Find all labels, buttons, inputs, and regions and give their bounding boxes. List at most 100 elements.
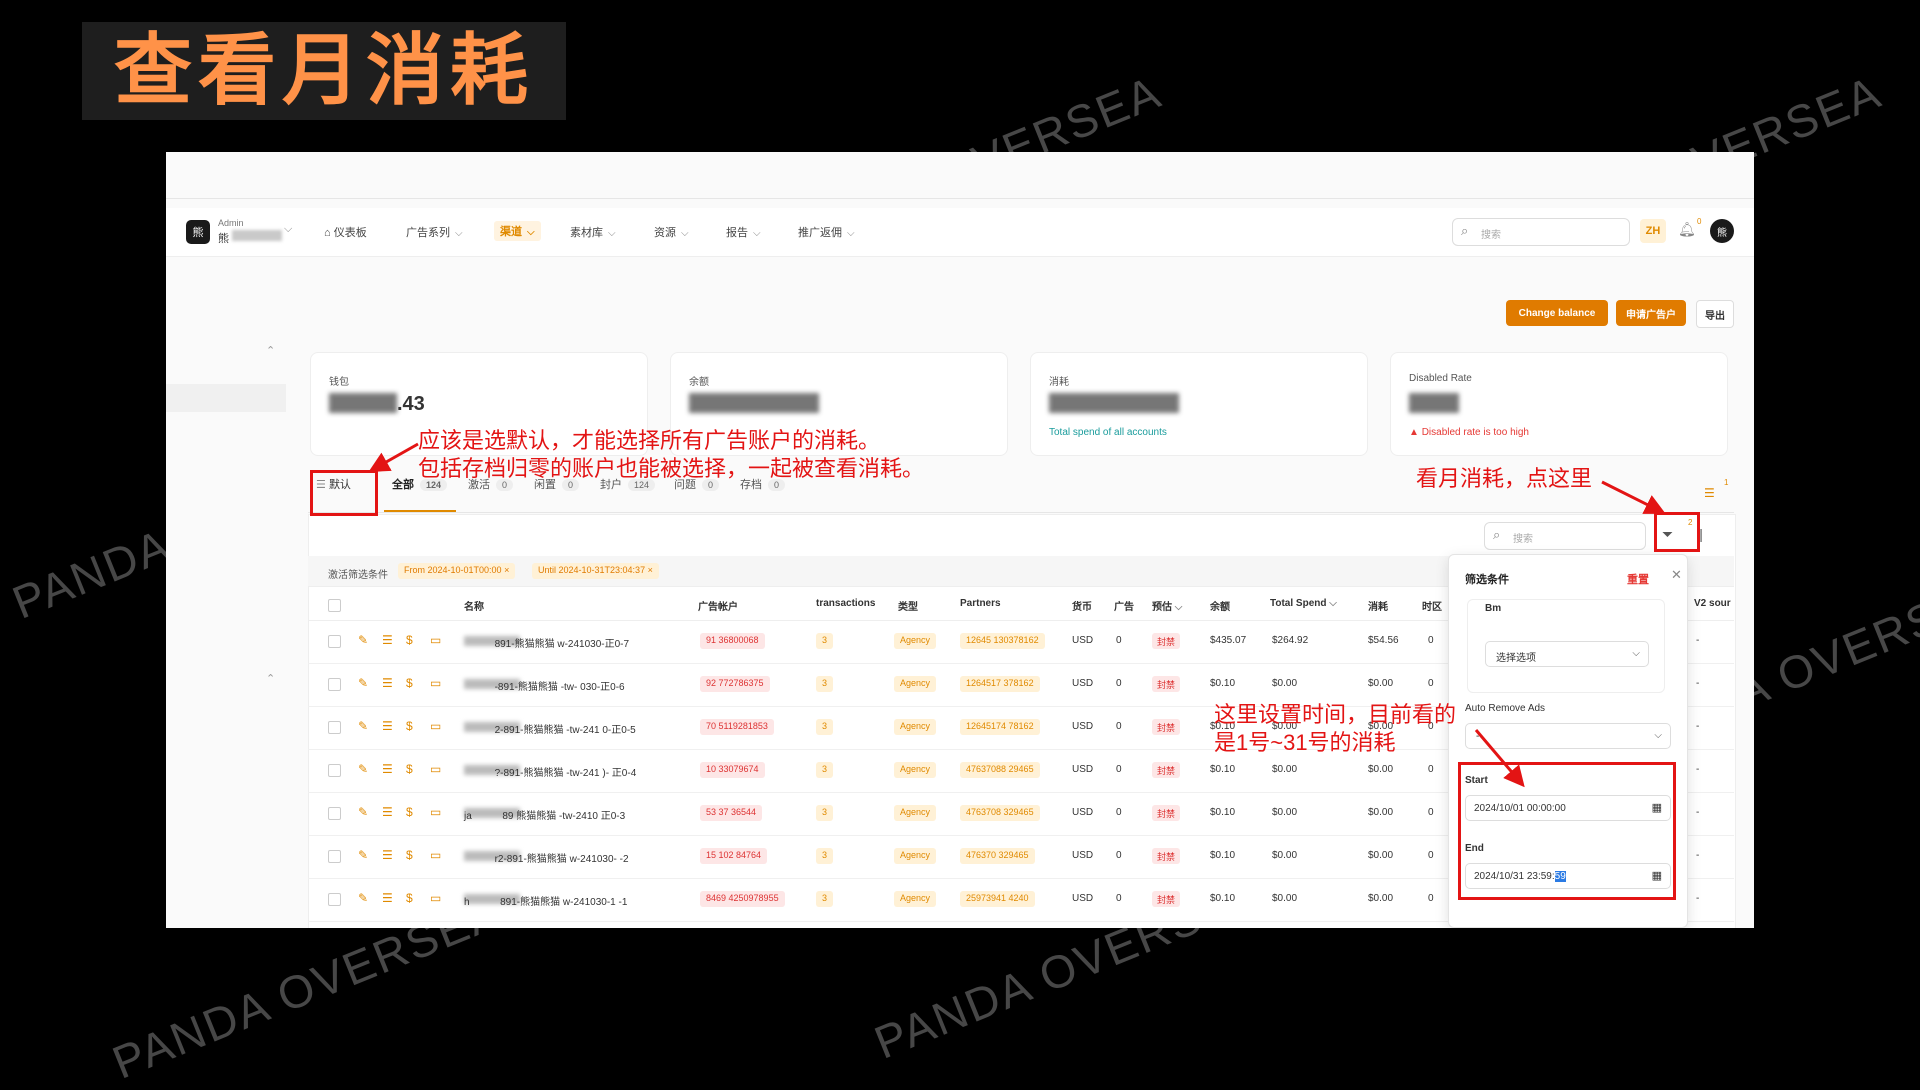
row-checkbox[interactable] bbox=[328, 721, 341, 734]
column-header[interactable]: 名称 bbox=[464, 598, 484, 613]
row-checkbox[interactable] bbox=[328, 807, 341, 820]
logo[interactable]: 熊 bbox=[186, 220, 210, 244]
ad-account-id[interactable]: 15 102 84764 bbox=[700, 848, 768, 864]
row-checkbox[interactable] bbox=[328, 893, 341, 906]
row-checkbox[interactable] bbox=[328, 635, 341, 648]
dollar-icon[interactable]: $ bbox=[406, 633, 413, 647]
status-badge: 封禁 bbox=[1152, 719, 1181, 735]
global-search-input[interactable]: ⌕ 搜索 bbox=[1452, 218, 1630, 246]
chevron-down-icon[interactable]: ⌵ bbox=[284, 223, 292, 236]
archive-icon[interactable]: ▭ bbox=[430, 676, 441, 690]
transactions-count[interactable]: 3 bbox=[816, 762, 834, 778]
archive-icon[interactable]: ▭ bbox=[430, 891, 441, 905]
auto-remove-select[interactable]: - ⌵ bbox=[1465, 723, 1671, 749]
column-header[interactable]: 广告 bbox=[1114, 598, 1134, 613]
column-header[interactable]: 类型 bbox=[898, 598, 918, 613]
filter-chip-from[interactable]: From 2024-10-01T00:00 × bbox=[398, 563, 516, 579]
settings-icon[interactable]: ☰ bbox=[382, 633, 393, 647]
ad-account-id[interactable]: 70 5119281853 bbox=[700, 719, 774, 735]
archive-icon[interactable]: ▭ bbox=[430, 805, 441, 819]
dollar-icon[interactable]: $ bbox=[406, 762, 413, 776]
export-button[interactable]: 导出 bbox=[1696, 300, 1734, 328]
chevron-up-icon[interactable]: ⌃ bbox=[266, 344, 275, 357]
avatar[interactable]: 熊 bbox=[1710, 219, 1734, 243]
row-checkbox[interactable] bbox=[328, 764, 341, 777]
transactions-count[interactable]: 3 bbox=[816, 633, 834, 649]
nav-item-reports[interactable]: 报告 ⌵ bbox=[726, 224, 761, 240]
partner-id[interactable]: 47637088 29465 bbox=[960, 762, 1040, 778]
ad-account-id[interactable]: 92 772786375 bbox=[700, 676, 770, 692]
transactions-count[interactable]: 3 bbox=[816, 891, 834, 907]
sidebar-item[interactable] bbox=[166, 384, 286, 412]
ad-account-id[interactable]: 8469 4250978955 bbox=[700, 891, 785, 907]
edit-icon[interactable]: ✎ bbox=[358, 891, 368, 905]
nav-item-resources[interactable]: 资源 ⌵ bbox=[654, 224, 689, 240]
settings-icon[interactable]: ☰ bbox=[382, 676, 393, 690]
bm-select[interactable]: 选择选项 ⌵ bbox=[1485, 641, 1649, 667]
dollar-icon[interactable]: $ bbox=[406, 891, 413, 905]
archive-icon[interactable]: ▭ bbox=[430, 848, 441, 862]
dollar-icon[interactable]: $ bbox=[406, 676, 413, 690]
nav-item-campaigns[interactable]: 广告系列 ⌵ bbox=[406, 224, 463, 240]
dollar-icon[interactable]: $ bbox=[406, 805, 413, 819]
ad-account-id[interactable]: 53 37 36544 bbox=[700, 805, 763, 821]
dollar-icon[interactable]: $ bbox=[406, 848, 413, 862]
column-header[interactable]: Total Spend ⌵ bbox=[1270, 598, 1337, 609]
partner-id[interactable]: 12645 130378162 bbox=[960, 633, 1045, 649]
close-icon[interactable]: × bbox=[648, 565, 653, 575]
transactions-count[interactable]: 3 bbox=[816, 848, 834, 864]
transactions-count[interactable]: 3 bbox=[816, 676, 834, 692]
ad-account-id[interactable]: 10 33079674 bbox=[700, 762, 765, 778]
edit-icon[interactable]: ✎ bbox=[358, 848, 368, 862]
column-header[interactable]: 时区 bbox=[1422, 598, 1442, 613]
partner-id[interactable]: 25973941 4240 bbox=[960, 891, 1035, 907]
transactions-count[interactable]: 3 bbox=[816, 805, 834, 821]
nav-item-assets[interactable]: 素材库 ⌵ bbox=[570, 224, 616, 240]
edit-icon[interactable]: ✎ bbox=[358, 633, 368, 647]
archive-icon[interactable]: ▭ bbox=[430, 633, 441, 647]
edit-icon[interactable]: ✎ bbox=[358, 805, 368, 819]
nav-item-dashboard[interactable]: ⌂ 仪表板 bbox=[324, 224, 367, 240]
settings-icon[interactable]: ☰ bbox=[382, 762, 393, 776]
row-checkbox[interactable] bbox=[328, 850, 341, 863]
table-search-input[interactable]: ⌕ 搜索 bbox=[1484, 522, 1646, 550]
partner-id[interactable]: 4763708 329465 bbox=[960, 805, 1040, 821]
reset-button[interactable]: 重置 bbox=[1627, 571, 1649, 587]
column-header[interactable]: 货币 bbox=[1072, 598, 1092, 613]
settings-icon[interactable]: ☰ bbox=[382, 719, 393, 733]
column-header[interactable]: 预估 ⌵ bbox=[1152, 598, 1182, 613]
settings-icon[interactable]: ☰ bbox=[382, 848, 393, 862]
chevron-up-icon[interactable]: ⌃ bbox=[266, 672, 275, 685]
column-header[interactable]: 广告帐户 bbox=[698, 598, 738, 613]
row-checkbox[interactable] bbox=[328, 678, 341, 691]
settings-icon[interactable]: ☰ bbox=[382, 891, 393, 905]
edit-icon[interactable]: ✎ bbox=[358, 762, 368, 776]
list-icon[interactable]: ☰ bbox=[1704, 486, 1715, 500]
archive-icon[interactable]: ▭ bbox=[430, 719, 441, 733]
transactions-count[interactable]: 3 bbox=[816, 719, 834, 735]
nav-item-rebates[interactable]: 推广返佣 ⌵ bbox=[798, 224, 855, 240]
apply-account-button[interactable]: 申请广告户 bbox=[1616, 300, 1686, 326]
bell-icon[interactable]: 🔔︎ bbox=[1678, 221, 1696, 238]
select-all-checkbox[interactable] bbox=[328, 599, 341, 612]
nav-item-channels[interactable]: 渠道 ⌵ bbox=[494, 221, 541, 241]
ad-account-id[interactable]: 91 36800068 bbox=[700, 633, 765, 649]
column-header[interactable]: V2 sour bbox=[1694, 598, 1731, 609]
edit-icon[interactable]: ✎ bbox=[358, 676, 368, 690]
partner-id[interactable]: 12645174 78162 bbox=[960, 719, 1040, 735]
close-icon[interactable]: × bbox=[504, 565, 509, 575]
partner-id[interactable]: 1264517 378162 bbox=[960, 676, 1040, 692]
column-header[interactable]: 余额 bbox=[1210, 598, 1230, 613]
edit-icon[interactable]: ✎ bbox=[358, 719, 368, 733]
settings-icon[interactable]: ☰ bbox=[382, 805, 393, 819]
column-header[interactable]: 消耗 bbox=[1368, 598, 1388, 613]
filter-chip-until[interactable]: Until 2024-10-31T23:04:37 × bbox=[532, 563, 659, 579]
change-balance-button[interactable]: Change balance bbox=[1506, 300, 1608, 326]
dollar-icon[interactable]: $ bbox=[406, 719, 413, 733]
partner-id[interactable]: 476370 329465 bbox=[960, 848, 1035, 864]
column-header[interactable]: transactions bbox=[816, 598, 875, 609]
archive-icon[interactable]: ▭ bbox=[430, 762, 441, 776]
close-icon[interactable]: ✕ bbox=[1671, 567, 1682, 583]
language-button[interactable]: ZH bbox=[1640, 219, 1666, 243]
column-header[interactable]: Partners bbox=[960, 598, 1001, 609]
